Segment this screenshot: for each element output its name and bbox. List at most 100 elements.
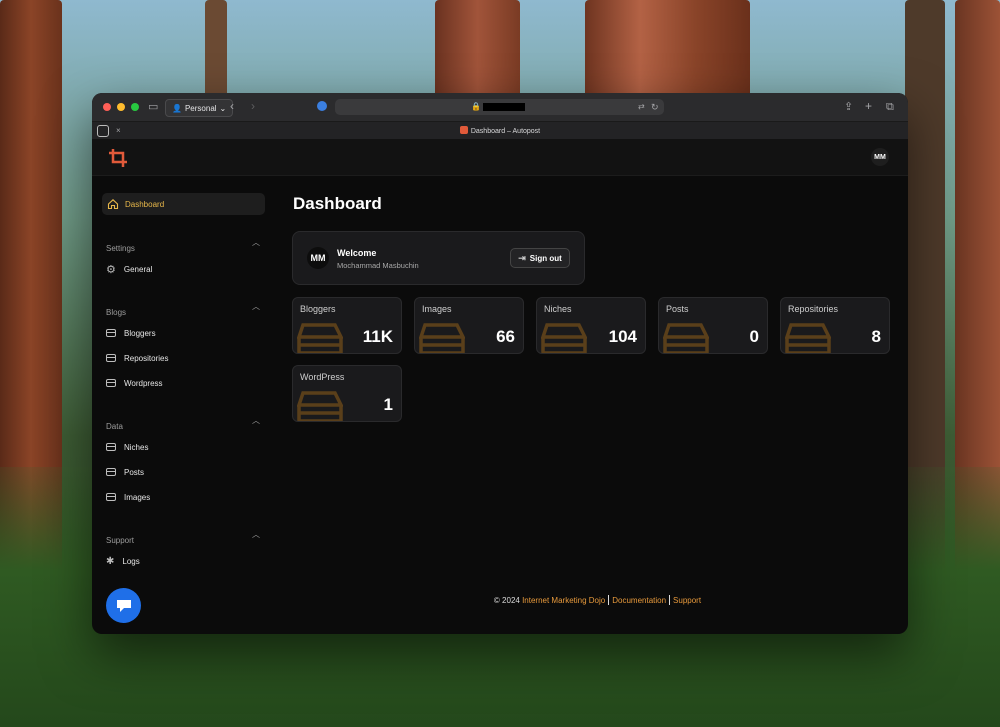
stat-label: Images — [422, 304, 452, 314]
tab-active[interactable]: Dashboard – Autopost — [92, 126, 908, 135]
user-name: Mochammad Masbuchin — [337, 261, 419, 270]
gear-icon: ⚙ — [106, 263, 116, 276]
maximize-window-button[interactable] — [131, 103, 139, 111]
avatar: MM — [307, 247, 329, 269]
archive-icon — [419, 323, 465, 353]
sidebar-item-general[interactable]: ⚙ General — [106, 262, 152, 276]
sidebar-item-posts[interactable]: Posts — [106, 465, 144, 479]
stat-card-repositories[interactable]: Repositories 8 — [780, 297, 890, 354]
browser-toolbar: ▭ 👤 Personal ⌄ ‹ › ☰ 🔒 ⇄ ↻ ⇪ + ⧉ — [92, 93, 908, 121]
stat-label: Posts — [666, 304, 689, 314]
stat-value: 104 — [608, 327, 637, 346]
profile-switcher[interactable]: 👤 Personal ⌄ — [165, 99, 234, 117]
browser-window: ▭ 👤 Personal ⌄ ‹ › ☰ 🔒 ⇄ ↻ ⇪ + ⧉ × Dashb… — [92, 93, 908, 634]
extension-icon[interactable] — [317, 101, 327, 111]
archive-icon — [297, 391, 343, 421]
sidebar-item-label: Repositories — [124, 353, 169, 363]
section-settings[interactable]: Settings ︿ — [106, 238, 260, 253]
archive-icon — [785, 323, 831, 353]
stat-value: 8 — [871, 327, 881, 346]
archive-icon — [541, 323, 587, 353]
divider — [669, 595, 671, 605]
archive-icon — [106, 379, 116, 387]
section-data[interactable]: Data ︿ — [106, 416, 260, 431]
sidebar-item-label: Bloggers — [124, 328, 156, 338]
sidebar-item-logs[interactable]: ✱ Logs — [106, 554, 140, 568]
sidebar-item-repositories[interactable]: Repositories — [106, 351, 168, 365]
stat-card-niches[interactable]: Niches 104 — [536, 297, 646, 354]
tab-title: Dashboard – Autopost — [470, 128, 541, 135]
sign-out-label: Sign out — [529, 253, 562, 263]
section-support[interactable]: Support ︿ — [106, 530, 260, 545]
share-icon[interactable]: ⇪ — [844, 101, 853, 113]
archive-icon — [297, 323, 343, 353]
stat-label: Repositories — [788, 304, 839, 314]
sidebar-item-dashboard[interactable]: Dashboard — [102, 193, 265, 215]
chat-button[interactable] — [106, 588, 141, 623]
back-icon[interactable]: ‹ — [230, 100, 234, 112]
section-blogs[interactable]: Blogs ︿ — [106, 302, 260, 317]
window-controls — [103, 103, 139, 111]
lock-icon: 🔒 — [471, 102, 481, 111]
section-title: Support — [106, 536, 135, 545]
sign-out-icon: ⇥ — [518, 252, 526, 263]
footer-link-support[interactable]: Support — [673, 596, 701, 605]
section-title: Settings — [106, 244, 135, 253]
stat-value: 1 — [383, 395, 393, 414]
sidebar-item-label: General — [123, 264, 153, 274]
archive-icon — [106, 468, 116, 476]
stat-card-wordpress[interactable]: WordPress 1 — [292, 365, 402, 422]
address-bar[interactable]: 🔒 ⇄ ↻ — [335, 99, 664, 115]
sidebar-item-niches[interactable]: Niches — [106, 440, 148, 454]
stat-value: 11K — [362, 327, 393, 346]
stat-card-posts[interactable]: Posts 0 — [658, 297, 768, 354]
sidebar-item-label: Logs — [122, 556, 140, 566]
archive-icon — [106, 443, 116, 451]
minimize-window-button[interactable] — [117, 103, 125, 111]
user-avatar[interactable]: MM — [871, 148, 889, 166]
footer-link-internet-marketing-dojo[interactable]: Internet Marketing Dojo — [522, 596, 605, 605]
close-window-button[interactable] — [103, 103, 111, 111]
tab-overview-icon[interactable]: ⧉ — [886, 101, 894, 113]
sign-out-button[interactable]: ⇥ Sign out — [510, 248, 570, 268]
chevron-down-icon: ⌄ — [219, 103, 227, 113]
section-title: Blogs — [106, 308, 127, 317]
welcome-card: MM Welcome Mochammad Masbuchin ⇥ Sign ou… — [292, 231, 585, 285]
stat-card-bloggers[interactable]: Bloggers 11K — [292, 297, 402, 354]
sidebar-item-images[interactable]: Images — [106, 490, 150, 504]
tab-bar: × Dashboard – Autopost — [92, 121, 908, 140]
welcome-title: Welcome — [337, 248, 377, 258]
archive-icon — [106, 354, 116, 362]
translate-icon[interactable]: ⇄ — [638, 101, 645, 113]
person-icon: 👤 — [172, 103, 182, 113]
copyright-text: © 2024 — [493, 596, 520, 605]
chevron-up-icon: ︿ — [252, 302, 260, 311]
sidebar-item-wordpress[interactable]: Wordpress — [106, 376, 163, 390]
footer-link-documentation[interactable]: Documentation — [612, 596, 666, 605]
divider — [608, 595, 610, 605]
forward-icon[interactable]: › — [251, 100, 255, 112]
archive-icon — [106, 329, 116, 337]
sidebar-item-bloggers[interactable]: Bloggers — [106, 326, 156, 340]
stat-label: WordPress — [300, 372, 345, 382]
reload-icon[interactable]: ↻ — [651, 101, 659, 113]
sidebar-item-label: Images — [124, 492, 151, 502]
sidebar-item-label: Wordpress — [124, 378, 163, 388]
autopost-logo-icon[interactable] — [108, 148, 128, 168]
sidebar-item-label: Posts — [124, 467, 145, 477]
stat-value: 0 — [749, 327, 759, 346]
sidebar-toggle-icon[interactable]: ▭ — [148, 101, 158, 113]
section-title: Data — [106, 422, 123, 431]
footer: © 2024 Internet Marketing Dojo Documentat… — [92, 595, 908, 605]
stat-label: Niches — [544, 304, 572, 314]
chevron-up-icon: ︿ — [252, 238, 260, 247]
stat-card-images[interactable]: Images 66 — [414, 297, 524, 354]
sidebar-item-label: Dashboard — [125, 199, 165, 209]
page-title: Dashboard — [293, 194, 382, 213]
bug-icon: ✱ — [106, 555, 115, 567]
new-tab-icon[interactable]: + — [865, 100, 872, 112]
chevron-up-icon: ︿ — [252, 530, 260, 539]
archive-icon — [663, 323, 709, 353]
favicon-icon — [459, 126, 468, 134]
sidebar-item-label: Niches — [124, 442, 149, 452]
